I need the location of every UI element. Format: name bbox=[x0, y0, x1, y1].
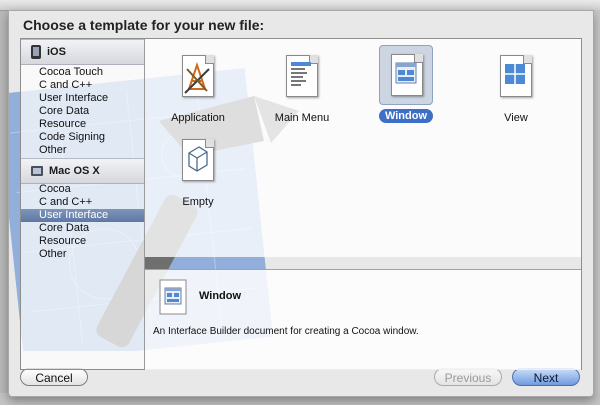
sidebar-item-c-and-cpp[interactable]: C and C++ bbox=[21, 79, 144, 92]
template-main-menu[interactable]: Main Menu bbox=[257, 49, 347, 126]
template-label: Main Menu bbox=[274, 112, 330, 124]
empty-template-icon bbox=[171, 133, 225, 191]
template-label: Window bbox=[378, 109, 434, 123]
template-description-panel: Window An Interface Builder document for… bbox=[145, 269, 581, 370]
sidebar-group-ios[interactable]: iOS bbox=[21, 39, 144, 65]
sidebar-item-core-data[interactable]: Core Data bbox=[21, 105, 144, 118]
sidebar-group-label: Mac OS X bbox=[49, 165, 100, 177]
sidebar-group-mac-os-x[interactable]: Mac OS X bbox=[21, 158, 144, 184]
sidebar-group-label: iOS bbox=[47, 46, 66, 58]
main-menu-template-icon bbox=[275, 49, 329, 107]
mac-display-icon bbox=[31, 166, 43, 176]
window-template-icon bbox=[157, 278, 191, 318]
template-label: View bbox=[504, 112, 528, 124]
application-template-icon bbox=[171, 49, 225, 107]
sidebar-item-c-and-cpp[interactable]: C and C++ bbox=[21, 196, 144, 209]
sidebar-item-other[interactable]: Other bbox=[21, 248, 144, 261]
template-view[interactable]: View bbox=[471, 49, 561, 126]
sidebar-item-cocoa[interactable]: Cocoa bbox=[21, 183, 144, 196]
iphone-icon bbox=[31, 45, 41, 59]
sidebar-item-other[interactable]: Other bbox=[21, 144, 144, 157]
template-label: Application bbox=[171, 112, 225, 124]
sidebar-item-code-signing[interactable]: Code Signing bbox=[21, 131, 144, 144]
sidebar-item-resource[interactable]: Resource bbox=[21, 118, 144, 131]
cancel-button[interactable]: Cancel bbox=[20, 368, 88, 386]
view-template-icon bbox=[489, 49, 543, 107]
sidebar-item-user-interface[interactable]: User Interface bbox=[21, 209, 144, 222]
template-window[interactable]: Window bbox=[361, 45, 451, 124]
template-empty[interactable]: Empty bbox=[153, 133, 243, 210]
sidebar-item-cocoa-touch[interactable]: Cocoa Touch bbox=[21, 66, 144, 79]
window-template-icon bbox=[379, 45, 433, 105]
template-grid: Application Main Menu Window View Empty bbox=[145, 39, 581, 257]
sidebar-item-resource[interactable]: Resource bbox=[21, 235, 144, 248]
sidebar-item-core-data[interactable]: Core Data bbox=[21, 222, 144, 235]
template-application[interactable]: Application bbox=[153, 49, 243, 126]
template-category-sidebar: iOS Cocoa Touch C and C++ User Interface… bbox=[21, 39, 145, 369]
next-button[interactable]: Next bbox=[512, 368, 580, 386]
description-title: Window bbox=[199, 290, 242, 302]
description-text: An Interface Builder document for creati… bbox=[153, 326, 419, 337]
template-label: Empty bbox=[182, 196, 214, 208]
sheet-title: Choose a template for your new file: bbox=[23, 17, 265, 33]
previous-button[interactable]: Previous bbox=[434, 368, 502, 386]
template-chooser-frame: iOS Cocoa Touch C and C++ User Interface… bbox=[20, 38, 582, 370]
sidebar-item-user-interface[interactable]: User Interface bbox=[21, 92, 144, 105]
